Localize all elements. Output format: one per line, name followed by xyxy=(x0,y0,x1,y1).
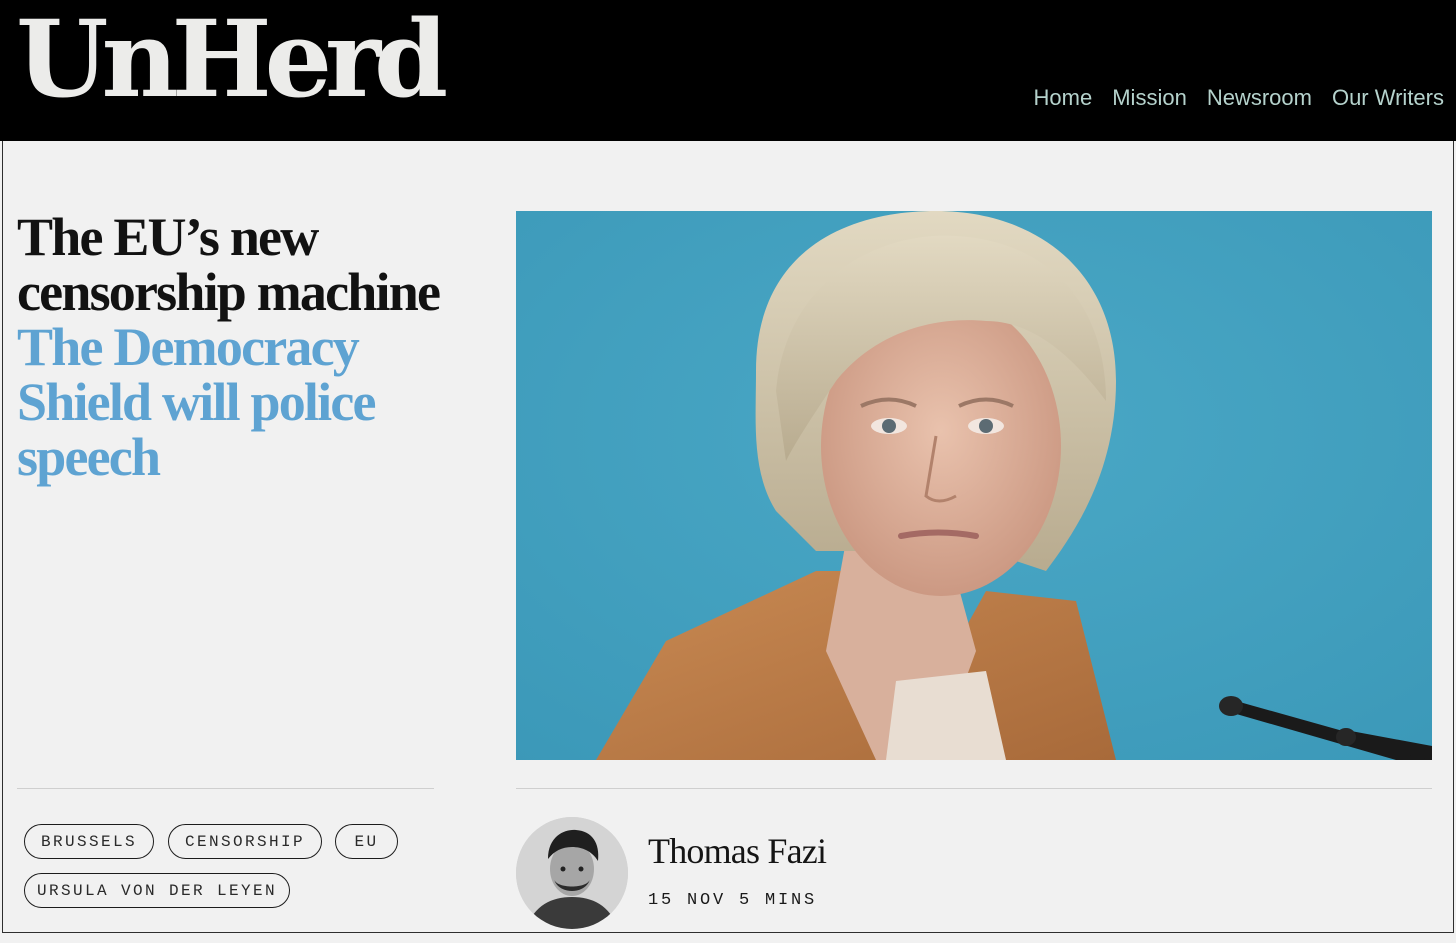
publish-date: 15 NOV xyxy=(648,891,727,910)
author-name[interactable]: Thomas Fazi xyxy=(648,829,827,873)
author-avatar[interactable] xyxy=(516,817,628,929)
nav-mission[interactable]: Mission xyxy=(1112,84,1187,112)
site-header: UnHerd Home Mission Newsroom Our Writers xyxy=(0,0,1456,141)
read-time: 5 MINS xyxy=(739,891,818,910)
tag-brussels[interactable]: BRUSSELS xyxy=(24,824,154,859)
portrait-photo xyxy=(516,211,1432,760)
nav-our-writers[interactable]: Our Writers xyxy=(1332,84,1444,112)
tag-eu[interactable]: EU xyxy=(335,824,398,859)
site-logo[interactable]: UnHerd xyxy=(16,6,448,112)
article-title: The EU’s new censorship machine xyxy=(17,207,441,322)
article-meta: 15 NOV 5 MINS xyxy=(648,890,817,912)
divider-left xyxy=(17,788,434,789)
author-photo xyxy=(516,817,628,929)
tag-censorship[interactable]: CENSORSHIP xyxy=(168,824,322,859)
article-standfirst: The Democracy Shield will police speech xyxy=(17,317,376,487)
nav-newsroom[interactable]: Newsroom xyxy=(1207,84,1312,112)
nav-home[interactable]: Home xyxy=(1034,84,1093,112)
divider-right xyxy=(516,788,1432,789)
hero-image xyxy=(516,211,1432,760)
main-nav: Home Mission Newsroom Our Writers xyxy=(1034,84,1444,112)
tag-ursula-von-der-leyen[interactable]: URSULA VON DER LEYEN xyxy=(24,873,290,908)
article-headline: The EU’s new censorship machine The Demo… xyxy=(17,210,457,485)
